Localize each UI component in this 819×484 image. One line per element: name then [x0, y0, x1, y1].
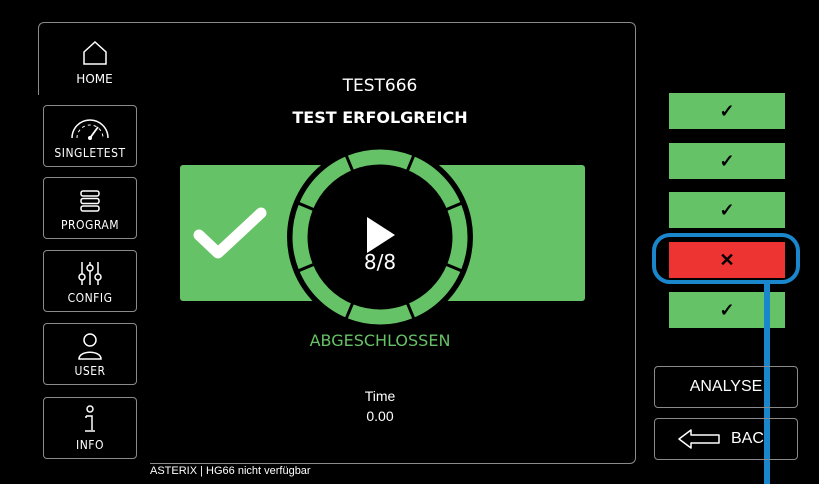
sliders-icon — [78, 262, 102, 285]
analyse-label: ANALYSE — [689, 378, 763, 395]
check-icon: ✓ — [719, 299, 735, 320]
test-result-title: TEST ERFOLGREICH — [292, 108, 468, 127]
highlight-ring — [652, 233, 800, 284]
checkmark-icon — [193, 207, 267, 259]
result-button-2[interactable]: ✓ — [669, 143, 785, 179]
nav-config-label: CONFIG — [67, 291, 113, 305]
check-icon: ✓ — [719, 150, 735, 171]
nav-singletest[interactable]: SINGLETEST — [43, 105, 137, 167]
progress-counter: 8/8 — [363, 250, 397, 274]
nav-info-label: INFO — [76, 438, 104, 452]
list-icon — [80, 190, 100, 212]
home-icon — [82, 40, 107, 65]
check-icon: ✓ — [719, 100, 735, 121]
back-button[interactable]: BAC — [654, 418, 798, 460]
footer-status: ASTERIX | HG66 nicht verfügbar — [150, 465, 311, 477]
time-value: 0.00 — [366, 408, 394, 424]
gauge-icon — [71, 119, 109, 140]
info-icon — [85, 405, 95, 432]
analyse-button[interactable]: ANALYSE — [654, 366, 798, 408]
nav-info[interactable]: INFO — [43, 397, 137, 459]
nav-program[interactable]: PROGRAM — [43, 177, 137, 239]
nav-config[interactable]: CONFIG — [43, 250, 137, 312]
nav-program-label: PROGRAM — [60, 218, 120, 232]
check-icon: ✓ — [719, 199, 735, 220]
nav-user[interactable]: USER — [43, 323, 137, 385]
nav-home-label: HOME — [76, 72, 113, 86]
nav-singletest-label: SINGLETEST — [54, 146, 126, 160]
arrow-left-icon — [678, 429, 720, 449]
back-label: BAC — [731, 430, 764, 447]
status-text: ABGESCHLOSSEN — [309, 331, 451, 350]
result-button-1[interactable]: ✓ — [669, 93, 785, 129]
progress-ring — [287, 144, 473, 330]
nav-home-tab[interactable]: HOME — [38, 22, 150, 95]
result-button-3[interactable]: ✓ — [669, 192, 785, 228]
test-name: TEST666 — [342, 76, 418, 96]
nav-user-label: USER — [74, 364, 106, 378]
time-label: Time — [364, 388, 396, 404]
user-icon — [78, 333, 102, 360]
